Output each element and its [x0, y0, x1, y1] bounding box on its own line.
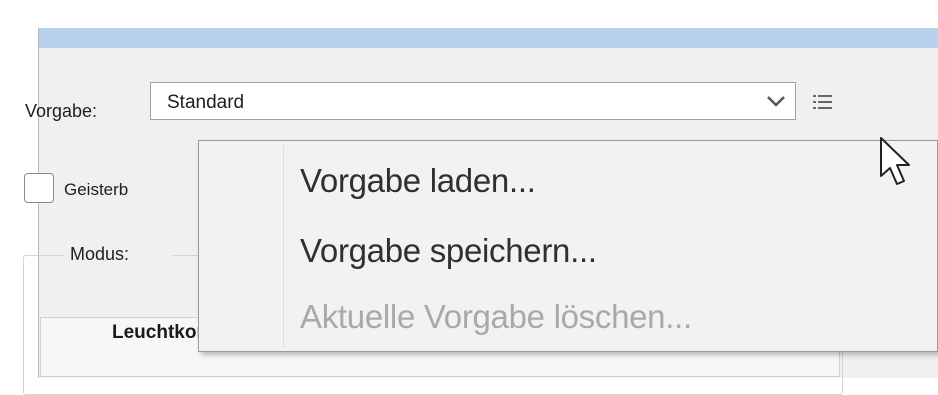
preset-label: Vorgabe: — [25, 101, 98, 121]
title-bar[interactable] — [39, 28, 938, 48]
preset-dropdown[interactable]: Standard — [150, 82, 796, 120]
list-menu-icon[interactable] — [810, 92, 840, 112]
preset-value: Standard — [167, 92, 245, 113]
ghost-checkbox[interactable] — [24, 173, 54, 203]
ghost-checkbox-label: Geisterb — [64, 180, 129, 199]
mouse-pointer-icon — [880, 137, 910, 185]
menu-item-load-preset[interactable]: Vorgabe laden... — [300, 162, 536, 200]
preset-context-menu: Vorgabe laden... Vorgabe speichern... Ak… — [198, 140, 938, 352]
chevron-down-icon — [767, 96, 785, 107]
mode-group-label: Modus: — [64, 244, 172, 265]
menu-separator — [283, 145, 284, 347]
menu-item-delete-preset: Aktuelle Vorgabe löschen... — [300, 298, 692, 335]
menu-item-save-preset[interactable]: Vorgabe speichern... — [300, 232, 597, 270]
